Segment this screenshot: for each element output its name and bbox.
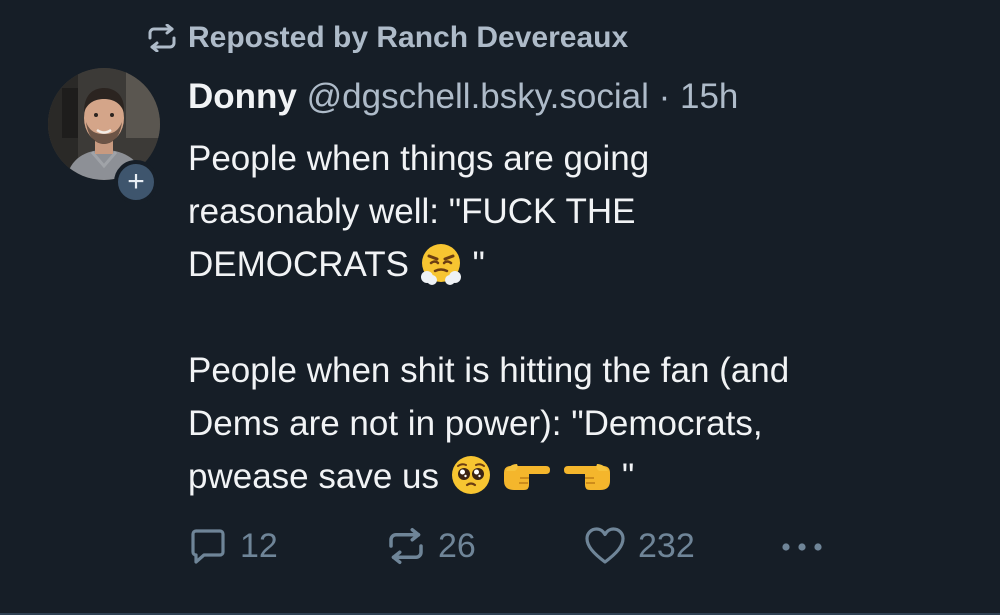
post-text-line: pwease save us " (188, 450, 948, 503)
pointing-right-emoji (502, 455, 552, 495)
repost-button[interactable]: 26 (386, 522, 476, 570)
post-card[interactable]: Reposted by Ranch Devereaux + Donny @dgs… (0, 0, 1000, 615)
author-handle[interactable]: @dgschell.bsky.social (307, 77, 649, 116)
post-header: Donny @dgschell.bsky.social · 15h (188, 74, 738, 120)
author-display-name[interactable]: Donny (188, 77, 297, 116)
pointing-left-emoji (562, 455, 612, 495)
post-text-segment: " (472, 245, 485, 284)
plus-icon: + (127, 165, 145, 198)
reply-count: 12 (240, 526, 278, 565)
like-button[interactable]: 232 (584, 522, 695, 570)
post-text-line: People when things are going (188, 139, 650, 178)
reply-button[interactable]: 12 (188, 522, 278, 570)
post-timestamp[interactable]: 15h (680, 77, 738, 116)
post-text-line: reasonably well: "FUCK THE (188, 192, 636, 231)
header-separator: · (658, 77, 671, 116)
post-text-line: People when shit is hitting the fan (and (188, 351, 790, 390)
post-text-segment: pwease save us (188, 457, 439, 496)
repost-prefix: Reposted by (188, 21, 369, 54)
repost-count: 26 (438, 526, 476, 565)
reply-icon (188, 526, 228, 566)
post-text-segment: DEMOCRATS (188, 245, 410, 284)
author-avatar-container[interactable]: + (48, 68, 160, 204)
like-count: 232 (638, 526, 695, 565)
post-actions: 12 26 232 (188, 522, 908, 570)
more-options-button[interactable] (778, 522, 826, 570)
face-with-steam-emoji (419, 241, 463, 285)
post-text-line: DEMOCRATS " (188, 238, 948, 291)
reposter-name[interactable]: Ranch Devereaux (376, 21, 628, 54)
post-body: People when things are going reasonably … (188, 132, 948, 503)
repost-icon (386, 526, 426, 566)
post-text-segment: " (621, 457, 635, 496)
heart-icon (584, 526, 626, 566)
pleading-face-emoji (449, 453, 493, 497)
post-text-line: Dems are not in power): "Democrats, (188, 404, 763, 443)
more-horizontal-icon (778, 526, 826, 566)
follow-plus-button[interactable]: + (114, 160, 158, 204)
repost-indicator[interactable]: Reposted by Ranch Devereaux (146, 19, 628, 57)
repost-icon (146, 24, 178, 52)
